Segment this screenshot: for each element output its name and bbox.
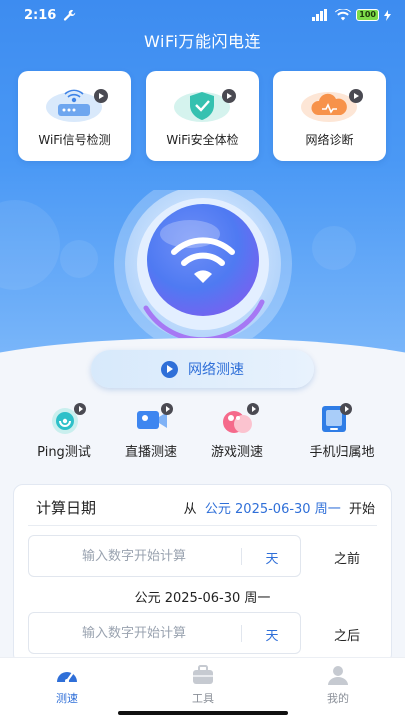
- days-after-field[interactable]: 天: [28, 612, 301, 654]
- game-speed-test-tool[interactable]: 游戏测速: [197, 402, 277, 462]
- cellular-signal-icon: [312, 9, 328, 21]
- status-time: 2:16: [24, 8, 57, 23]
- decor-bubble: [312, 226, 356, 270]
- network-speed-test-button[interactable]: 网络测速: [91, 350, 314, 388]
- calculator-title: 计算日期: [36, 499, 97, 517]
- tab-label: 测速: [56, 692, 78, 705]
- play-badge-icon: [349, 89, 363, 103]
- wifi-signal-check-card[interactable]: WiFi信号检测: [18, 71, 131, 161]
- start-date-value[interactable]: 公元 2025-06-30 周一: [205, 502, 341, 517]
- decor-bubble: [60, 240, 98, 278]
- tab-profile[interactable]: 我的: [303, 664, 373, 706]
- card-label: 网络诊断: [305, 133, 354, 147]
- middle-date: 公元 2025-06-30 周一: [134, 591, 271, 606]
- card-label: WiFi信号检测: [38, 133, 111, 147]
- live-speed-test-tool[interactable]: 直播测速: [111, 402, 191, 462]
- wifi-security-check-card[interactable]: WiFi安全体检: [146, 71, 259, 161]
- ping-test-tool[interactable]: Ping测试: [24, 402, 104, 462]
- play-badge-icon: [247, 403, 259, 415]
- tool-label: 游戏测速: [210, 445, 263, 460]
- tab-tools[interactable]: 工具: [168, 664, 238, 706]
- tab-label: 工具: [192, 692, 214, 705]
- days-after-input[interactable]: [29, 613, 239, 653]
- play-badge-icon: [161, 403, 173, 415]
- tool-label: 直播测速: [124, 445, 177, 460]
- decor-bubble: [0, 200, 60, 290]
- tab-label: 我的: [327, 692, 349, 705]
- day-unit-label: 天: [265, 552, 279, 567]
- start-suffix: 开始: [348, 502, 375, 517]
- tool-label: Ping测试: [37, 445, 91, 460]
- play-icon: [161, 360, 178, 378]
- from-prefix: 从: [183, 502, 197, 517]
- start-date-selector[interactable]: 从 公元 2025-06-30 周一 开始: [184, 498, 375, 517]
- tool-label: 手机归属地: [309, 445, 375, 460]
- wrench-icon: [63, 9, 76, 21]
- after-label: 之后: [334, 629, 361, 644]
- user-icon: [328, 666, 348, 685]
- play-badge-icon: [340, 403, 352, 415]
- play-badge-icon: [222, 89, 236, 103]
- card-label: WiFi安全体检: [166, 133, 239, 147]
- speedometer-icon: [57, 672, 77, 683]
- home-indicator: [118, 711, 288, 715]
- before-label: 之前: [334, 552, 361, 567]
- date-calculator-card: 计算日期 从 公元 2025-06-30 周一 开始 天 之前 公元 2025-…: [13, 484, 392, 664]
- wifi-status-icon: [335, 9, 352, 21]
- play-badge-icon: [94, 89, 108, 103]
- speed-test-label: 网络测速: [188, 362, 244, 378]
- divider: [28, 525, 377, 526]
- network-diagnosis-card[interactable]: 网络诊断: [273, 71, 386, 161]
- days-before-input[interactable]: [29, 536, 239, 576]
- app-title: WiFi万能闪电连: [144, 32, 261, 51]
- tab-speed-test[interactable]: 测速: [32, 664, 102, 706]
- toolbox-icon: [193, 665, 213, 684]
- battery-indicator: 100: [356, 9, 379, 21]
- wifi-connect-orb[interactable]: [112, 190, 294, 338]
- phone-location-tool[interactable]: 手机归属地: [292, 402, 392, 462]
- days-before-field[interactable]: 天: [28, 535, 301, 577]
- day-unit-label: 天: [265, 629, 279, 644]
- status-indicators: 100: [312, 9, 391, 21]
- play-badge-icon: [74, 403, 86, 415]
- charging-icon: [384, 9, 391, 21]
